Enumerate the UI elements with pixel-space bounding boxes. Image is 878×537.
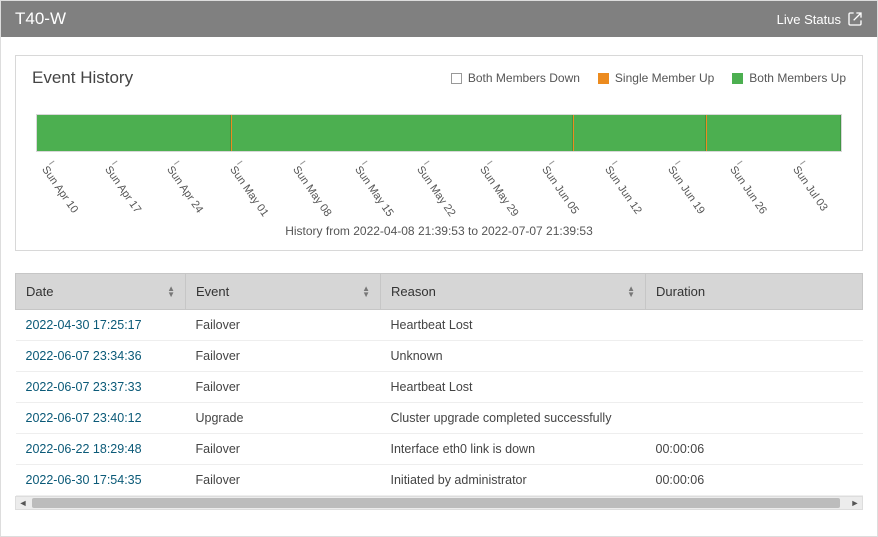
axis-tick-label: Sun Apr 10: [39, 164, 80, 215]
sort-icon: ▲▼: [362, 286, 370, 298]
cell-date: 2022-06-22 18:29:48: [16, 434, 186, 465]
top-bar: T40-W Live Status: [1, 1, 877, 37]
axis-tick-label: Sun Apr 17: [102, 164, 143, 215]
cell-event: Failover: [186, 434, 381, 465]
legend-both-up[interactable]: Both Members Up: [732, 71, 846, 85]
square-orange-icon: [598, 73, 609, 84]
cell-date: 2022-06-07 23:40:12: [16, 403, 186, 434]
legend-label: Single Member Up: [615, 71, 714, 85]
table-header-row: Date▲▼ Event▲▼ Reason▲▼ Duration: [16, 274, 863, 310]
table-row[interactable]: 2022-06-22 18:29:48FailoverInterface eth…: [16, 434, 863, 465]
live-status-label: Live Status: [777, 12, 841, 27]
axis-tick-label: Sun May 15: [352, 164, 396, 219]
legend-label: Both Members Up: [749, 71, 846, 85]
horizontal-scrollbar[interactable]: ◄ ►: [15, 496, 863, 510]
sort-icon: ▲▼: [167, 286, 175, 298]
timeline-chart[interactable]: [36, 110, 842, 156]
timeline-bar: [36, 114, 842, 152]
cell-event: Failover: [186, 310, 381, 341]
cell-duration: [646, 341, 863, 372]
timeline-segment: [37, 115, 231, 151]
col-header-date[interactable]: Date▲▼: [16, 274, 186, 310]
cell-reason: Unknown: [381, 341, 646, 372]
table-row[interactable]: 2022-06-30 17:54:35FailoverInitiated by …: [16, 465, 863, 496]
cell-duration: 00:00:06: [646, 434, 863, 465]
event-history-panel: Event History Both Members Down Single M…: [15, 55, 863, 251]
timeline-segment: [707, 115, 841, 151]
table-row[interactable]: 2022-04-30 17:25:17FailoverHeartbeat Los…: [16, 310, 863, 341]
timeline-segment: [574, 115, 706, 151]
axis-tick-label: Sun May 01: [227, 164, 271, 219]
square-green-icon: [732, 73, 743, 84]
page-title: T40-W: [15, 9, 66, 29]
legend-label: Both Members Down: [468, 71, 580, 85]
cell-event: Failover: [186, 465, 381, 496]
cell-reason: Cluster upgrade completed successfully: [381, 403, 646, 434]
col-header-event[interactable]: Event▲▼: [186, 274, 381, 310]
cell-reason: Heartbeat Lost: [381, 372, 646, 403]
cell-date: 2022-04-30 17:25:17: [16, 310, 186, 341]
cell-date: 2022-06-07 23:34:36: [16, 341, 186, 372]
legend-single-up[interactable]: Single Member Up: [598, 71, 714, 85]
event-table-container: Date▲▼ Event▲▼ Reason▲▼ Duration 2022-04…: [15, 273, 863, 510]
cell-event: Failover: [186, 341, 381, 372]
cell-date: 2022-06-30 17:54:35: [16, 465, 186, 496]
axis-tick-label: Sun Jul 03: [790, 164, 830, 213]
axis-tick-label: Sun May 08: [290, 164, 334, 219]
cell-reason: Interface eth0 link is down: [381, 434, 646, 465]
chart-legend: Both Members Down Single Member Up Both …: [451, 71, 846, 85]
axis-tick-label: Sun Jun 05: [540, 164, 582, 216]
axis-tick-label: Sun Jun 26: [727, 164, 769, 216]
history-range-caption: History from 2022-04-08 21:39:53 to 2022…: [32, 224, 846, 238]
col-header-duration[interactable]: Duration: [646, 274, 863, 310]
axis-tick-label: Sun May 22: [415, 164, 459, 219]
sort-icon: ▲▼: [627, 286, 635, 298]
col-header-reason[interactable]: Reason▲▼: [381, 274, 646, 310]
axis-tick-label: Sun May 29: [478, 164, 522, 219]
cell-date: 2022-06-07 23:37:33: [16, 372, 186, 403]
cell-event: Upgrade: [186, 403, 381, 434]
axis-tick-label: Sun Jun 12: [602, 164, 644, 216]
cell-duration: 00:00:06: [646, 465, 863, 496]
square-hollow-icon: [451, 73, 462, 84]
external-link-icon: [847, 11, 863, 27]
live-status-link[interactable]: Live Status: [777, 11, 863, 27]
axis-tick-label: Sun Jun 19: [665, 164, 707, 216]
cell-reason: Heartbeat Lost: [381, 310, 646, 341]
cell-duration: [646, 372, 863, 403]
timeline-axis: Sun Apr 10 Sun Apr 17 Sun Apr 24 Sun May 01…: [36, 164, 842, 216]
scroll-left-arrow-icon[interactable]: ◄: [16, 497, 30, 509]
scrollbar-thumb[interactable]: [32, 498, 840, 508]
scroll-right-arrow-icon[interactable]: ►: [848, 497, 862, 509]
cell-event: Failover: [186, 372, 381, 403]
cell-reason: Initiated by administrator: [381, 465, 646, 496]
table-row[interactable]: 2022-06-07 23:37:33FailoverHeartbeat Los…: [16, 372, 863, 403]
panel-header: Event History Both Members Down Single M…: [32, 68, 846, 88]
table-row[interactable]: 2022-06-07 23:34:36FailoverUnknown: [16, 341, 863, 372]
axis-tick-label: Sun Apr 24: [164, 164, 205, 215]
timeline-segment: [232, 115, 573, 151]
legend-both-down[interactable]: Both Members Down: [451, 71, 580, 85]
cell-duration: [646, 403, 863, 434]
panel-title: Event History: [32, 68, 133, 88]
cell-duration: [646, 310, 863, 341]
event-table: Date▲▼ Event▲▼ Reason▲▼ Duration 2022-04…: [15, 273, 863, 496]
page-body: Event History Both Members Down Single M…: [1, 37, 877, 516]
table-row[interactable]: 2022-06-07 23:40:12UpgradeCluster upgrad…: [16, 403, 863, 434]
